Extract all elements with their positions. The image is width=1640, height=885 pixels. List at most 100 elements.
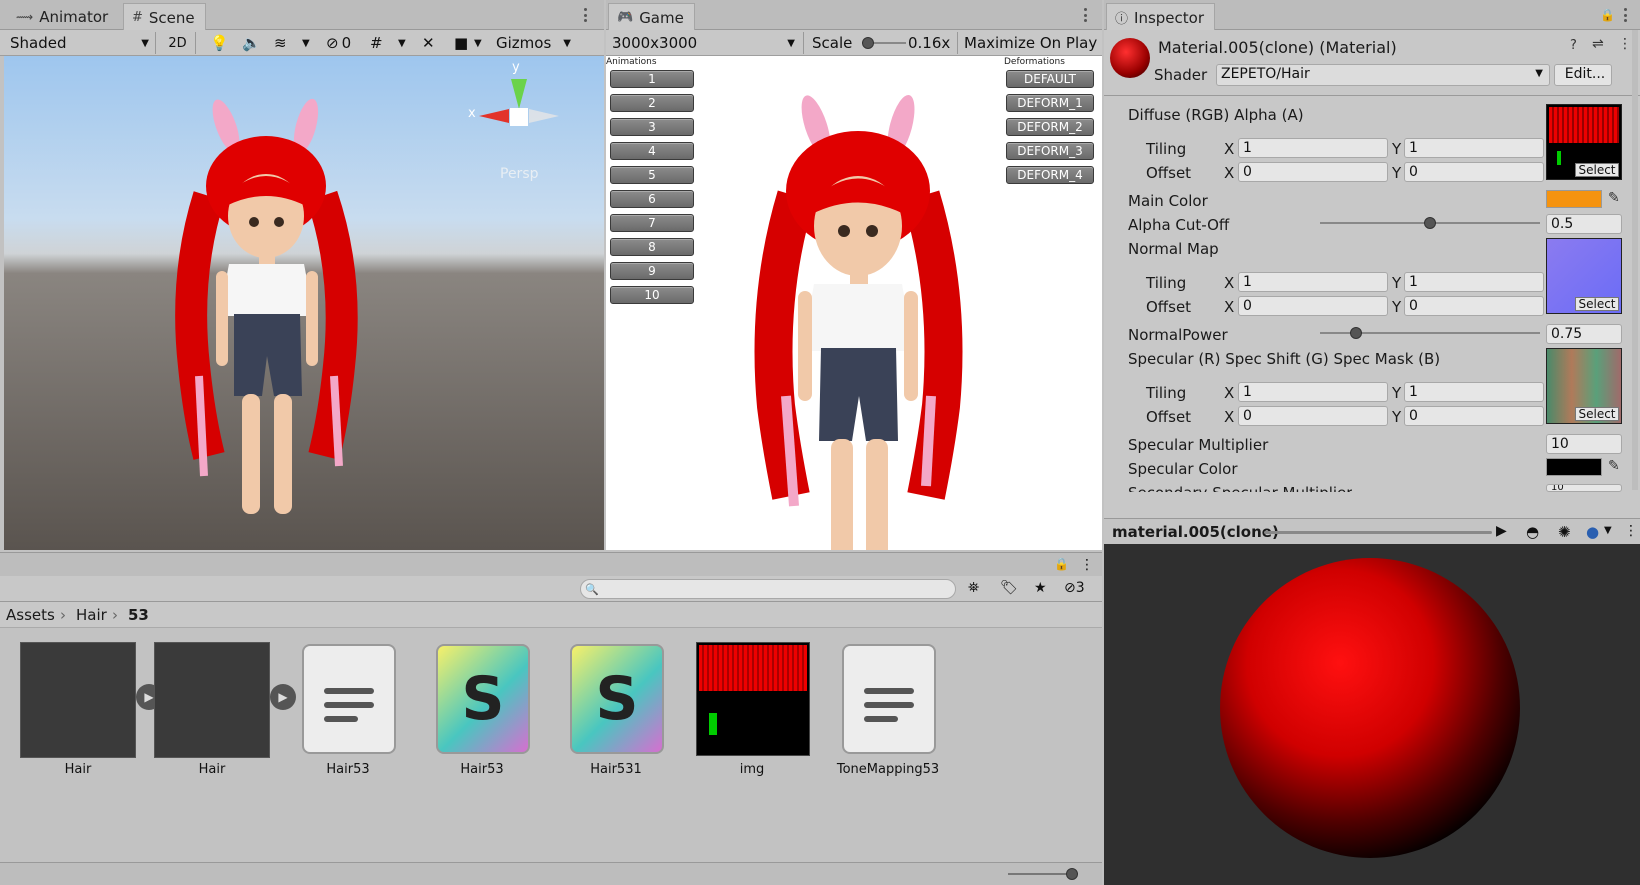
game-menu-icon[interactable] xyxy=(1084,8,1088,22)
spec-tiling-y[interactable]: 1 xyxy=(1404,382,1544,402)
tools-icon[interactable]: ✕ xyxy=(422,32,435,54)
select-texture-button[interactable]: Select xyxy=(1575,297,1619,311)
select-texture-button[interactable]: Select xyxy=(1575,163,1619,177)
mode-2d-button[interactable]: 2D xyxy=(160,32,196,54)
help-icon[interactable]: ? xyxy=(1570,38,1577,53)
tab-inspector[interactable]: ⓘ Inspector xyxy=(1106,3,1215,31)
normal-texture-slot[interactable]: Select xyxy=(1546,238,1622,314)
camera-icon[interactable]: ■ xyxy=(454,32,468,54)
edit-shader-button[interactable]: Edit... xyxy=(1554,64,1612,86)
chevron-down-icon[interactable]: ▼ xyxy=(1604,525,1612,536)
lighting-icon[interactable]: 💡 xyxy=(210,32,229,54)
scene-viewport[interactable]: y x Persp xyxy=(4,56,604,550)
normal-tiling-y[interactable]: 1 xyxy=(1404,272,1544,292)
animation-button[interactable]: 7 xyxy=(610,214,694,232)
inspector-scrollbar[interactable] xyxy=(1632,30,1638,490)
more-icon[interactable]: ⋮ xyxy=(1080,557,1094,573)
spec-tiling-x[interactable]: 1 xyxy=(1238,382,1388,402)
normal-tiling-x[interactable]: 1 xyxy=(1238,272,1388,292)
offset-label: Offset xyxy=(1146,408,1192,426)
deform-button[interactable]: DEFORM_4 xyxy=(1006,166,1094,184)
inspector-menu-icon[interactable] xyxy=(1624,8,1628,22)
gizmos-dropdown[interactable]: Gizmos ▼ xyxy=(496,32,571,54)
expand-arrow-icon[interactable]: ▶ xyxy=(270,684,296,710)
project-search-input[interactable]: 🔍 xyxy=(580,579,956,599)
settings-icon[interactable]: ⇌ xyxy=(1592,36,1604,52)
spec-color-swatch[interactable] xyxy=(1546,458,1602,476)
effects-icon[interactable]: ≋ xyxy=(274,32,287,54)
breadcrumb-hair[interactable]: Hair xyxy=(76,606,107,624)
normal-power-field[interactable]: 0.75 xyxy=(1546,324,1622,344)
spec-offset-x[interactable]: 0 xyxy=(1238,406,1388,426)
y-label: Y xyxy=(1392,164,1402,182)
diffuse-texture-slot[interactable]: Select xyxy=(1546,104,1622,180)
diffuse-offset-x[interactable]: 0 xyxy=(1238,162,1388,182)
more-icon[interactable]: ⋮ xyxy=(1624,523,1638,539)
eyedropper-icon[interactable]: ✎ xyxy=(1608,458,1620,474)
hidden-objects-icon[interactable]: ⊘ 0 xyxy=(326,32,351,54)
diffuse-tiling-x[interactable]: 1 xyxy=(1238,138,1388,158)
alpha-cutoff-slider[interactable] xyxy=(1320,216,1540,230)
chevron-down-icon[interactable]: ▼ xyxy=(302,32,310,54)
shader-dropdown[interactable]: ZEPETO/Hair ▼ xyxy=(1216,64,1550,86)
deform-button[interactable]: DEFAULT xyxy=(1006,70,1094,88)
spec-multiplier-field[interactable]: 10 xyxy=(1546,434,1622,454)
animation-button[interactable]: 5 xyxy=(610,166,694,184)
grid-icon[interactable]: # xyxy=(370,32,383,54)
eyedropper-icon[interactable]: ✎ xyxy=(1608,190,1620,206)
audio-icon[interactable]: 🔈 xyxy=(242,32,261,54)
normal-power-slider[interactable] xyxy=(1320,326,1540,340)
normal-offset-y[interactable]: 0 xyxy=(1404,296,1544,316)
chevron-down-icon[interactable]: ▼ xyxy=(474,32,482,54)
scene-menu-icon[interactable] xyxy=(584,8,588,22)
select-texture-button[interactable]: Select xyxy=(1575,407,1619,421)
star-icon[interactable]: ★ xyxy=(1034,580,1047,596)
deform-button[interactable]: DEFORM_1 xyxy=(1006,94,1094,112)
deform-button[interactable]: DEFORM_3 xyxy=(1006,142,1094,160)
zoom-slider[interactable] xyxy=(1008,873,1070,875)
animation-button[interactable]: 6 xyxy=(610,190,694,208)
animation-button[interactable]: 4 xyxy=(610,142,694,160)
animation-button[interactable]: 2 xyxy=(610,94,694,112)
secondary-spec-field[interactable]: 10 xyxy=(1546,484,1622,492)
shading-mode-dropdown[interactable]: Shaded ▼ xyxy=(4,32,156,54)
breadcrumb-53[interactable]: 53 xyxy=(128,606,149,624)
deform-button[interactable]: DEFORM_2 xyxy=(1006,118,1094,136)
play-icon[interactable]: ▶ xyxy=(1496,523,1507,539)
tab-game[interactable]: 🎮 Game xyxy=(608,3,695,31)
light-icon[interactable]: ✺ xyxy=(1558,523,1571,541)
orientation-gizmo[interactable]: y x xyxy=(468,60,564,154)
tab-scene[interactable]: # Scene xyxy=(123,3,206,31)
hidden-packages-icon[interactable]: ⊘3 xyxy=(1064,580,1085,596)
normal-offset-x[interactable]: 0 xyxy=(1238,296,1388,316)
chevron-down-icon[interactable]: ▼ xyxy=(398,32,406,54)
more-icon[interactable]: ⋮ xyxy=(1618,36,1632,52)
alpha-cutoff-field[interactable]: 0.5 xyxy=(1546,214,1622,234)
specular-texture-slot[interactable]: Select xyxy=(1546,348,1622,424)
resolution-dropdown[interactable]: 3000x3000 ▼ xyxy=(608,32,804,54)
diffuse-offset-y[interactable]: 0 xyxy=(1404,162,1544,182)
x-label: X xyxy=(1224,164,1235,182)
breadcrumb-assets[interactable]: Assets xyxy=(6,606,55,624)
label-icon[interactable]: 🏷 xyxy=(1000,580,1018,596)
animation-button[interactable]: 9 xyxy=(610,262,694,280)
preview-mesh-icon[interactable]: ● xyxy=(1586,523,1599,541)
animation-button[interactable]: 8 xyxy=(610,238,694,256)
tab-animator[interactable]: ⟿ Animator xyxy=(8,4,118,30)
animation-button[interactable]: 10 xyxy=(610,286,694,304)
lock-icon[interactable]: 🔒 xyxy=(1600,8,1615,22)
filter-type-icon[interactable]: ⛯ xyxy=(968,580,979,596)
projection-label[interactable]: Persp xyxy=(500,166,539,182)
material-preview[interactable] xyxy=(1104,544,1640,885)
lock-icon[interactable]: 🔒 xyxy=(1054,557,1069,571)
preview-sphere-icon[interactable]: ◓ xyxy=(1526,523,1539,541)
zoom-slider-knob[interactable] xyxy=(1066,868,1078,880)
maximize-on-play-toggle[interactable]: Maximize On Play xyxy=(964,32,1097,54)
main-color-swatch[interactable] xyxy=(1546,190,1602,208)
diffuse-tiling-y[interactable]: 1 xyxy=(1404,138,1544,158)
spec-offset-y[interactable]: 0 xyxy=(1404,406,1544,426)
animation-button[interactable]: 1 xyxy=(610,70,694,88)
game-viewport[interactable]: Animations Deformations 1 2 3 4 5 6 7 8 9 10 DEFA… xyxy=(606,56,1102,550)
scale-slider[interactable] xyxy=(862,32,906,54)
animation-button[interactable]: 3 xyxy=(610,118,694,136)
